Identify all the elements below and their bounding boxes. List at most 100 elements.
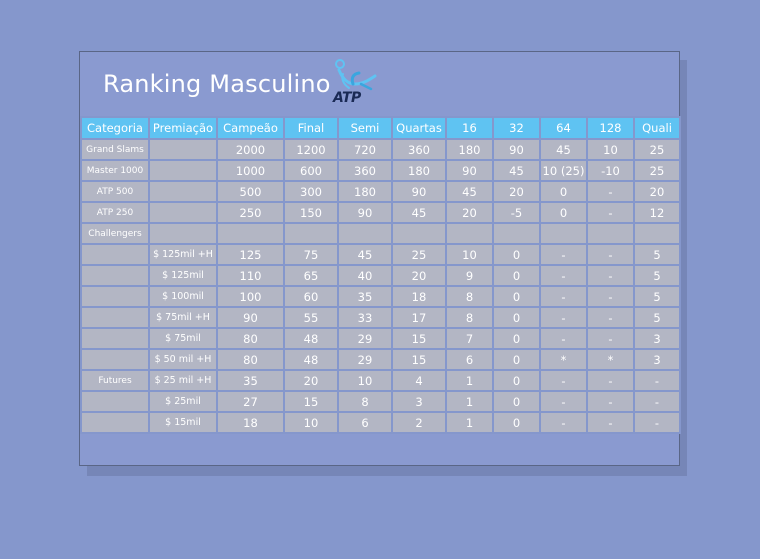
points-cell: 15 xyxy=(391,327,447,350)
points-cell: 3 xyxy=(633,327,681,350)
points-cell: 360 xyxy=(337,159,393,182)
table-header-row: Categoria Premiação Campeão Final Semi Quarta… xyxy=(80,116,681,140)
points-cell: - xyxy=(539,390,588,413)
points-cell: 65 xyxy=(283,264,339,287)
points-cell: 3 xyxy=(633,348,681,371)
points-cell: 1 xyxy=(445,390,494,413)
category-cell: ATP 500 xyxy=(80,180,150,203)
points-cell: 150 xyxy=(283,201,339,224)
category-cell xyxy=(80,243,150,266)
points-cell: - xyxy=(586,369,635,392)
points-cell: 20 xyxy=(283,369,339,392)
points-cell: 4 xyxy=(391,369,447,392)
points-cell: * xyxy=(539,348,588,371)
points-cell: 48 xyxy=(283,348,339,371)
points-cell: 300 xyxy=(283,180,339,203)
prize-cell: $ 25mil xyxy=(148,390,218,413)
page-title: Ranking Masculino xyxy=(103,70,331,98)
points-cell: - xyxy=(539,285,588,308)
points-cell xyxy=(337,222,393,245)
points-cell: - xyxy=(586,390,635,413)
points-cell: 2000 xyxy=(216,138,285,161)
category-cell xyxy=(80,390,150,413)
points-cell: 0 xyxy=(492,348,541,371)
prize-cell: $ 125mil xyxy=(148,264,218,287)
column-header: 16 xyxy=(445,116,494,140)
table-row: $ 75mil +H 90 55 33 17 8 0- -5 xyxy=(80,306,681,329)
points-cell: 45 xyxy=(539,138,588,161)
column-header: Quartas xyxy=(391,116,447,140)
points-cell: - xyxy=(586,243,635,266)
points-cell: 360 xyxy=(391,138,447,161)
category-cell xyxy=(80,348,150,371)
points-cell: 1000 xyxy=(216,159,285,182)
points-cell: - xyxy=(586,327,635,350)
points-cell: 45 xyxy=(492,159,541,182)
category-cell: ATP 250 xyxy=(80,201,150,224)
points-cell: 0 xyxy=(539,201,588,224)
points-cell: - xyxy=(586,411,635,434)
points-cell: 90 xyxy=(216,306,285,329)
points-cell: -10 xyxy=(586,159,635,182)
table-body: Grand Slams 2000 1200 720 360 180 90 45 10 25 Mast… xyxy=(80,138,681,434)
points-cell: 25 xyxy=(633,138,681,161)
prize-cell xyxy=(148,222,218,245)
points-cell: - xyxy=(586,180,635,203)
category-cell xyxy=(80,327,150,350)
column-header: Final xyxy=(283,116,339,140)
column-header: Premiação xyxy=(148,116,218,140)
points-cell: 125 xyxy=(216,243,285,266)
points-cell: - xyxy=(633,369,681,392)
prize-cell: $ 25 mil +H xyxy=(148,369,218,392)
table-row: $ 15mil 18 10 6 2 1 0- - - xyxy=(80,411,681,434)
points-cell: 75 xyxy=(283,243,339,266)
table-row: $ 125mil +H 125 75 45 25 10 0- -5 xyxy=(80,243,681,266)
points-cell: 90 xyxy=(391,180,447,203)
points-cell: - xyxy=(586,264,635,287)
points-cell: 40 xyxy=(337,264,393,287)
points-cell: 180 xyxy=(391,159,447,182)
points-cell: 45 xyxy=(391,201,447,224)
column-header: Campeão xyxy=(216,116,285,140)
table-row: Master 1000 1000 600 360 180 90 45 10 (25) -10 25 xyxy=(80,159,681,182)
points-cell: - xyxy=(539,369,588,392)
table-row: Challengers xyxy=(80,222,681,245)
points-cell: 18 xyxy=(391,285,447,308)
points-cell: 33 xyxy=(337,306,393,329)
points-cell: 12 xyxy=(633,201,681,224)
points-cell: 3 xyxy=(391,390,447,413)
points-cell: 20 xyxy=(391,264,447,287)
category-cell: Challengers xyxy=(80,222,150,245)
card-header: Ranking Masculino ATP xyxy=(80,52,679,116)
points-cell: - xyxy=(586,306,635,329)
table-row: Grand Slams 2000 1200 720 360 180 90 45 10 25 xyxy=(80,138,681,161)
points-cell: 0 xyxy=(492,327,541,350)
points-cell: 10 (25) xyxy=(539,159,588,182)
column-header: Quali xyxy=(633,116,681,140)
prize-cell xyxy=(148,159,218,182)
points-cell: 55 xyxy=(283,306,339,329)
points-cell: 10 xyxy=(445,243,494,266)
category-cell xyxy=(80,306,150,329)
points-cell xyxy=(586,222,635,245)
column-header: Categoria xyxy=(80,116,150,140)
column-header: 64 xyxy=(539,116,588,140)
points-cell: 0 xyxy=(492,390,541,413)
ranking-card: Ranking Masculino ATP Categoria Premiação… xyxy=(79,51,681,466)
column-header: 128 xyxy=(586,116,635,140)
points-cell: 500 xyxy=(216,180,285,203)
points-cell: - xyxy=(586,285,635,308)
points-cell: 8 xyxy=(337,390,393,413)
table-row: $ 25mil 27 15 8 3 1 0- - - xyxy=(80,390,681,413)
table-row: $ 100mil 100 60 35 18 8 0- -5 xyxy=(80,285,681,308)
points-cell: - xyxy=(586,201,635,224)
points-cell: 5 xyxy=(633,243,681,266)
points-cell: 18 xyxy=(216,411,285,434)
points-cell: -5 xyxy=(492,201,541,224)
points-cell: 0 xyxy=(492,411,541,434)
points-cell: 0 xyxy=(492,243,541,266)
points-cell: 25 xyxy=(391,243,447,266)
points-cell: 0 xyxy=(492,369,541,392)
points-cell: 0 xyxy=(492,285,541,308)
points-cell: 35 xyxy=(216,369,285,392)
